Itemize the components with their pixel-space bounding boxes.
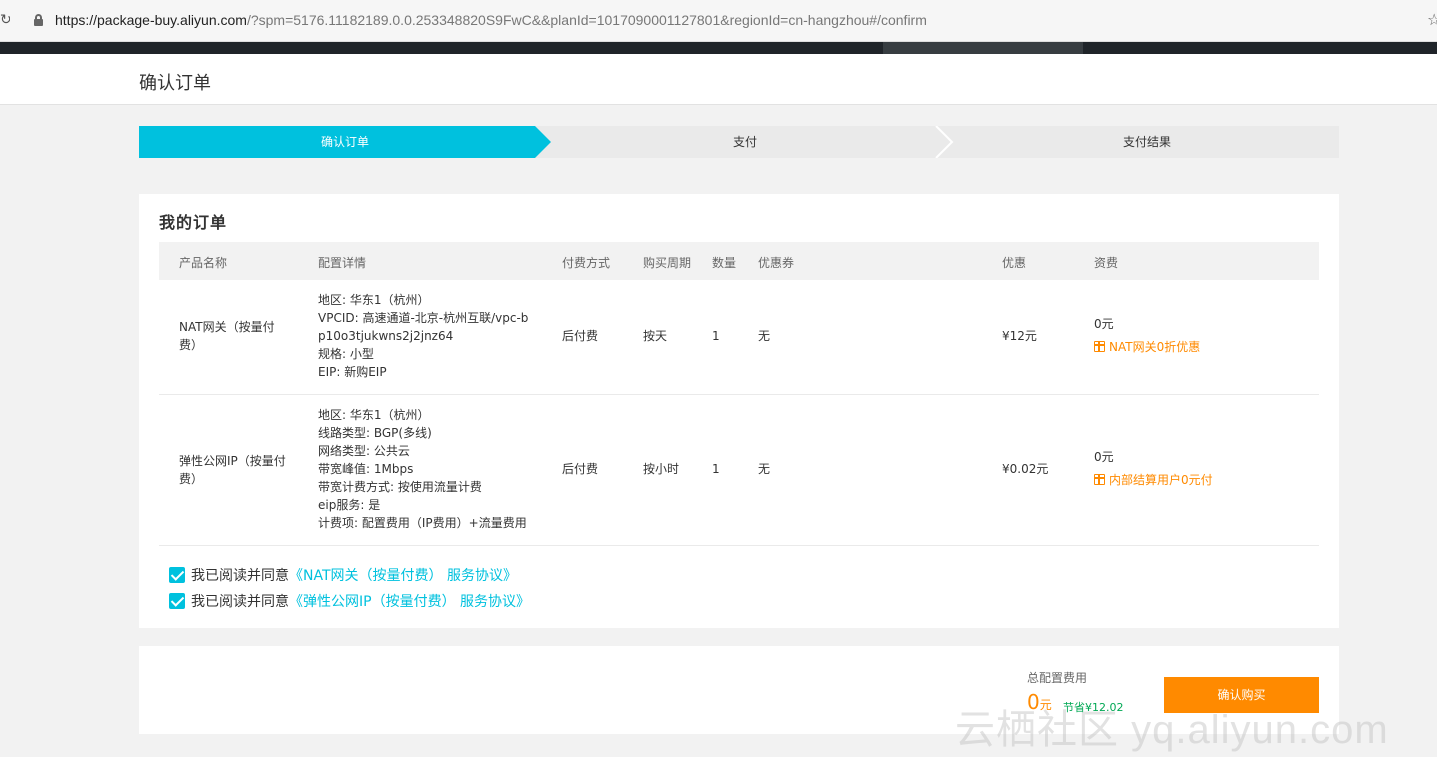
detail-line: 规格: 小型 — [318, 347, 374, 361]
order-title: 我的订单 — [159, 213, 228, 232]
detail-line: 计费项: 配置费用（IP费用）+流量费用 — [318, 516, 527, 530]
quantity: 1 — [712, 329, 720, 343]
col-fee: 资费 — [1094, 256, 1119, 270]
col-period: 购买周期 — [643, 256, 692, 270]
lock-icon — [34, 14, 43, 26]
total-label: 总配置费用 — [1027, 671, 1088, 685]
table-row: NAT网关（按量付费） 地区: 华东1（杭州） VPCID: 高速通道-北京-杭… — [159, 280, 1319, 395]
agreement-link[interactable]: 《弹性公网IP（按量付费） 服务协议》 — [289, 594, 530, 610]
agreement-eip: 我已阅读并同意《弹性公网IP（按量付费） 服务协议》 — [169, 591, 530, 611]
detail-line: EIP: 新购EIP — [318, 365, 387, 379]
col-coupon: 优惠券 — [758, 256, 795, 270]
bookmark-star-icon[interactable]: ☆ — [1427, 10, 1437, 29]
gift-icon — [1094, 474, 1105, 485]
detail-line: p10o3tjukwns2j2jnz64 — [318, 329, 454, 343]
console-top-bar — [0, 42, 1437, 54]
col-details: 配置详情 — [318, 256, 367, 270]
step-confirm-order: 确认订单 — [139, 126, 551, 158]
page-header: 确认订单 — [0, 54, 1437, 105]
detail-line: 带宽计费方式: 按使用流量计费 — [318, 480, 482, 494]
fee: 0元 — [1094, 317, 1114, 331]
promo-tag: NAT网关0折优惠 — [1094, 338, 1200, 356]
pay-method: 后付费 — [562, 329, 599, 343]
period: 按小时 — [643, 462, 680, 476]
agreement-nat: 我已阅读并同意《NAT网关（按量付费） 服务协议》 — [169, 565, 517, 585]
promo-text: NAT网关0折优惠 — [1109, 340, 1201, 354]
detail-line: 网络类型: 公共云 — [318, 444, 410, 458]
config-details: 地区: 华东1（杭州） VPCID: 高速通道-北京-杭州互联/vpc-b p1… — [318, 291, 528, 381]
product-name: NAT网关（按量付费） — [179, 320, 275, 352]
agreement-checkbox[interactable] — [169, 567, 185, 583]
product-name: 弹性公网IP（按量付费） — [179, 454, 286, 486]
quantity: 1 — [712, 462, 720, 476]
discount: ¥12元 — [1002, 329, 1037, 343]
detail-line: 地区: 华东1（杭州） — [318, 408, 430, 422]
top-bar-highlight — [883, 42, 1083, 54]
agreement-prefix: 我已阅读并同意 — [191, 568, 289, 584]
config-details: 地区: 华东1（杭州） 线路类型: BGP(多线) 网络类型: 公共云 带宽峰值… — [318, 406, 527, 532]
fee: 0元 — [1094, 450, 1114, 464]
reload-icon[interactable]: ↻ — [0, 12, 10, 28]
table-row: 弹性公网IP（按量付费） 地区: 华东1（杭州） 线路类型: BGP(多线) 网… — [159, 395, 1319, 546]
order-card: 我的订单 产品名称 配置详情 付费方式 购买周期 数量 优惠券 优惠 资费 NA… — [139, 194, 1339, 628]
detail-line: 线路类型: BGP(多线) — [318, 426, 432, 440]
url-path: /?spm=5176.11182189.0.0.253348820S9FwC&&… — [246, 12, 927, 28]
detail-line: 地区: 华东1（杭州） — [318, 293, 430, 307]
period: 按天 — [643, 329, 668, 343]
promo-tag: 内部结算用户0元付 — [1094, 471, 1213, 489]
step-divider-icon — [935, 126, 954, 158]
coupon: 无 — [758, 462, 771, 476]
detail-line: 带宽峰值: 1Mbps — [318, 462, 414, 476]
url-host: https://package-buy.aliyun.com — [55, 12, 247, 28]
col-product: 产品名称 — [179, 256, 228, 270]
browser-url-bar: ↻ https://package-buy.aliyun.com/?spm=51… — [0, 0, 1437, 42]
coupon: 无 — [758, 329, 771, 343]
detail-line: eip服务: 是 — [318, 498, 381, 512]
discount: ¥0.02元 — [1002, 462, 1049, 476]
pay-method: 后付费 — [562, 462, 599, 476]
table-header: 产品名称 配置详情 付费方式 购买周期 数量 优惠券 优惠 资费 — [159, 242, 1319, 280]
step-result: 支付结果 — [1122, 135, 1171, 149]
address-field[interactable]: https://package-buy.aliyun.com/?spm=5176… — [55, 12, 927, 28]
col-pay-method: 付费方式 — [562, 256, 611, 270]
step-pay: 支付 — [732, 135, 757, 149]
col-discount: 优惠 — [1002, 256, 1027, 270]
progress-steps: 支付 支付结果 确认订单 — [139, 126, 1339, 158]
gift-icon — [1094, 341, 1105, 352]
watermark: 云栖社区 yq.aliyun.com — [955, 708, 1389, 752]
promo-text: 内部结算用户0元付 — [1109, 473, 1213, 487]
page-title: 确认订单 — [139, 73, 211, 94]
agreement-checkbox[interactable] — [169, 593, 185, 609]
agreement-link[interactable]: 《NAT网关（按量付费） 服务协议》 — [289, 568, 517, 584]
detail-line: VPCID: 高速通道-北京-杭州互联/vpc-b — [318, 311, 529, 325]
col-qty: 数量 — [712, 256, 737, 270]
agreement-prefix: 我已阅读并同意 — [191, 594, 289, 610]
